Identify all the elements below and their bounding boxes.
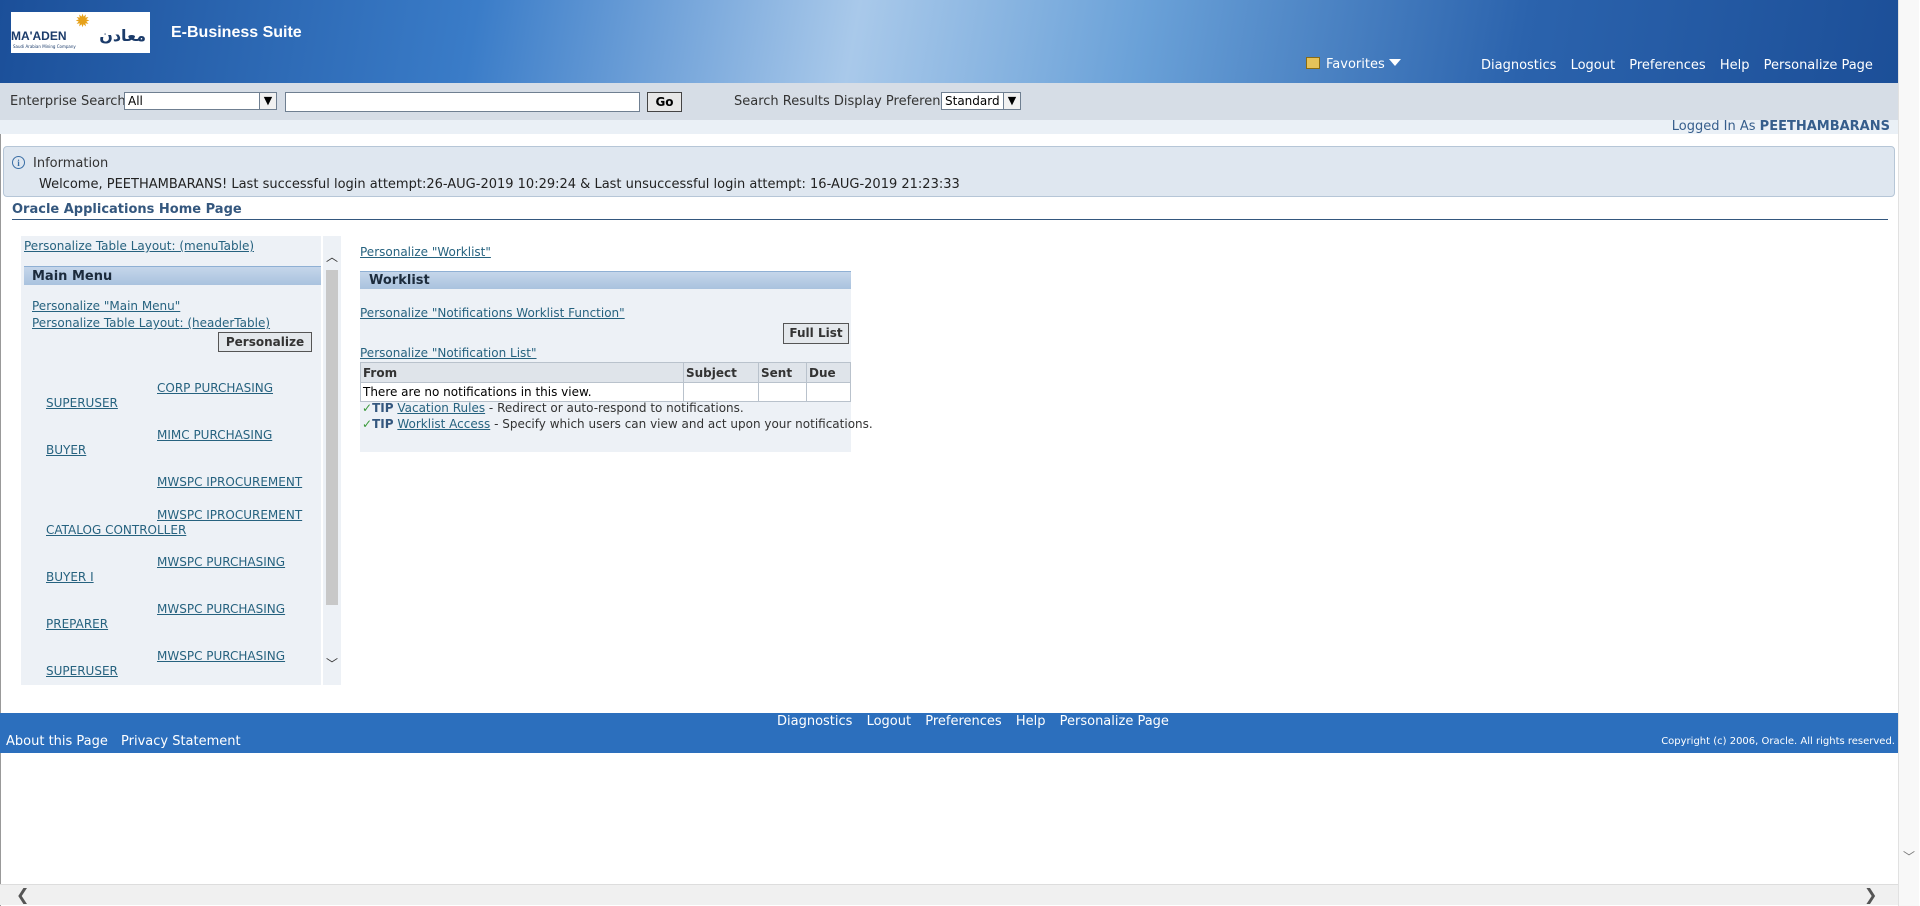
page-title: Oracle Applications Home Page [12,202,242,217]
footer-nav-preferences[interactable]: Preferences [925,714,1001,729]
logo-sun-icon: ✹ [75,11,91,32]
favorites-label: Favorites [1326,57,1385,72]
info-title: Information [33,156,109,171]
info-icon: i [12,156,25,169]
notifications-table: From Subject Sent Due There are no notif… [360,362,851,402]
suite-title: E-Business Suite [171,24,302,41]
column-from[interactable]: From [360,362,684,383]
logo-text: MA'ADEN [11,29,67,43]
display-preference-label: Search Results Display Preference [734,94,956,109]
personalize-menu-table-link[interactable]: Personalize Table Layout: (menuTable) [24,239,254,253]
responsibility-superuser[interactable]: SUPERUSER [46,664,118,678]
global-nav-preferences[interactable]: Preferences [1629,58,1705,73]
personalize-header-table-link[interactable]: Personalize Table Layout: (headerTable) [32,316,270,330]
display-preference-value: Standard [945,94,1000,108]
logo-tagline: Saudi Arabian Mining Company [13,44,76,49]
column-sent[interactable]: Sent [758,362,807,383]
display-preference-select[interactable]: Standard ▼ [941,92,1021,110]
tip-vacation-rules: ✓TIP Vacation Rules - Redirect or auto-r… [362,401,744,415]
responsibility-mwspc-purchasing-buyer[interactable]: MWSPC PURCHASING [157,555,285,569]
tip-text: - Redirect or auto-respond to notificati… [485,401,744,415]
global-nav-logout[interactable]: Logout [1571,58,1616,73]
checkmark-icon: ✓ [362,401,373,415]
table-cell [758,382,807,402]
responsibility-mwspc-iprocurement[interactable]: MWSPC IPROCUREMENT [157,475,302,489]
tip-text: - Specify which users can view and act u… [490,417,873,431]
logged-in-as: Logged In As PEETHAMBARANS [1672,119,1890,134]
tip-label: TIP [372,417,394,431]
table-header-row: From Subject Sent Due [360,362,851,383]
responsibility-mimc-purchasing[interactable]: MIMC PURCHASING [157,428,272,442]
logo-arabic: معادن [99,26,146,45]
global-nav-help[interactable]: Help [1720,58,1750,73]
personalize-notification-list-link[interactable]: Personalize "Notification List" [360,346,537,360]
chevron-up-icon[interactable]: ︿ [323,248,341,265]
responsibility-corp-purchasing[interactable]: CORP PURCHASING [157,381,273,395]
enterprise-search-label: Enterprise Search [10,94,126,109]
dropdown-arrow-icon: ▼ [259,93,276,109]
favorites-star-icon [1306,57,1320,69]
responsibility-mwspc-purchasing-preparer[interactable]: MWSPC PURCHASING [157,602,285,616]
worklist-header: Worklist [360,271,851,289]
full-list-button[interactable]: Full List [783,323,849,344]
table-row: There are no notifications in this view. [360,382,851,402]
personalize-button[interactable]: Personalize [218,332,312,352]
main-menu-header: Main Menu [24,266,321,285]
search-input[interactable] [285,92,640,112]
responsibility-catalog-controller[interactable]: CATALOG CONTROLLER [46,523,186,537]
copyright-text: Copyright (c) 2006, Oracle. All rights r… [1661,736,1895,747]
global-nav-personalize-page[interactable]: Personalize Page [1764,58,1873,73]
footer-nav-personalize-page[interactable]: Personalize Page [1060,714,1169,729]
column-subject[interactable]: Subject [683,362,759,383]
logged-in-prefix: Logged In As [1671,119,1756,134]
footer-nav-logout[interactable]: Logout [867,714,912,729]
responsibility-mwspc-purchasing-superuser[interactable]: MWSPC PURCHASING [157,649,285,663]
table-cell [806,382,851,402]
navigator-scroll-thumb[interactable] [326,270,338,605]
search-scope-select[interactable]: All ▼ [124,92,277,110]
tip-label: TIP [372,401,394,415]
scroll-right-icon[interactable]: ❯ [1864,885,1877,904]
footer-nav-help[interactable]: Help [1016,714,1046,729]
search-scope-value: All [128,94,143,108]
chevron-down-icon[interactable]: ﹀ [323,655,341,672]
empty-message: There are no notifications in this view. [360,382,684,402]
tip-worklist-access: ✓TIP Worklist Access - Specify which use… [362,417,873,431]
footer-nav: Diagnostics Logout Preferences Help Pers… [777,714,1179,729]
checkmark-icon: ✓ [362,417,373,431]
info-message: Welcome, PEETHAMBARANS! Last successful … [39,177,960,192]
page-border [0,0,1,906]
responsibility-corp-purchasing-superuser[interactable]: SUPERUSER [46,396,118,410]
dropdown-arrow-icon: ▼ [1003,93,1020,109]
worklist-access-link[interactable]: Worklist Access [397,417,490,431]
table-cell [683,382,759,402]
logged-in-user: PEETHAMBARANS [1759,119,1890,134]
scroll-down-icon[interactable]: ﹀ [1903,848,1915,865]
scroll-left-icon[interactable]: ❮ [16,885,29,904]
responsibility-preparer[interactable]: PREPARER [46,617,108,631]
caret-down-icon [1388,59,1401,66]
global-nav-diagnostics[interactable]: Diagnostics [1481,58,1556,73]
horizontal-scrollbar[interactable]: ❮ ❯ [0,884,1898,905]
vacation-rules-link[interactable]: Vacation Rules [397,401,485,415]
global-nav: Diagnostics Logout Preferences Help Pers… [1481,58,1883,73]
maaden-logo[interactable]: MA'ADEN ✹ معادن Saudi Arabian Mining Com… [11,12,150,53]
logged-in-bar [0,120,1898,134]
responsibility-mimc-purchasing-buyer[interactable]: BUYER [46,443,86,457]
vertical-scrollbar[interactable]: ﹀ [1898,0,1919,906]
personalize-worklist-link[interactable]: Personalize "Worklist" [360,245,491,259]
about-this-page-link[interactable]: About this Page [6,734,108,749]
personalize-main-menu-link[interactable]: Personalize "Main Menu" [32,299,180,313]
responsibility-buyer-i[interactable]: BUYER I [46,570,94,584]
responsibility-mwspc-iprocurement-catalog[interactable]: MWSPC IPROCUREMENT [157,508,302,522]
footer-nav-diagnostics[interactable]: Diagnostics [777,714,852,729]
column-due[interactable]: Due [806,362,851,383]
go-button[interactable]: Go [647,92,682,112]
title-divider [12,219,1888,220]
privacy-statement-link[interactable]: Privacy Statement [121,734,241,749]
personalize-worklist-function-link[interactable]: Personalize "Notifications Worklist Func… [360,306,625,320]
favorites-menu[interactable]: Favorites [1306,57,1401,72]
